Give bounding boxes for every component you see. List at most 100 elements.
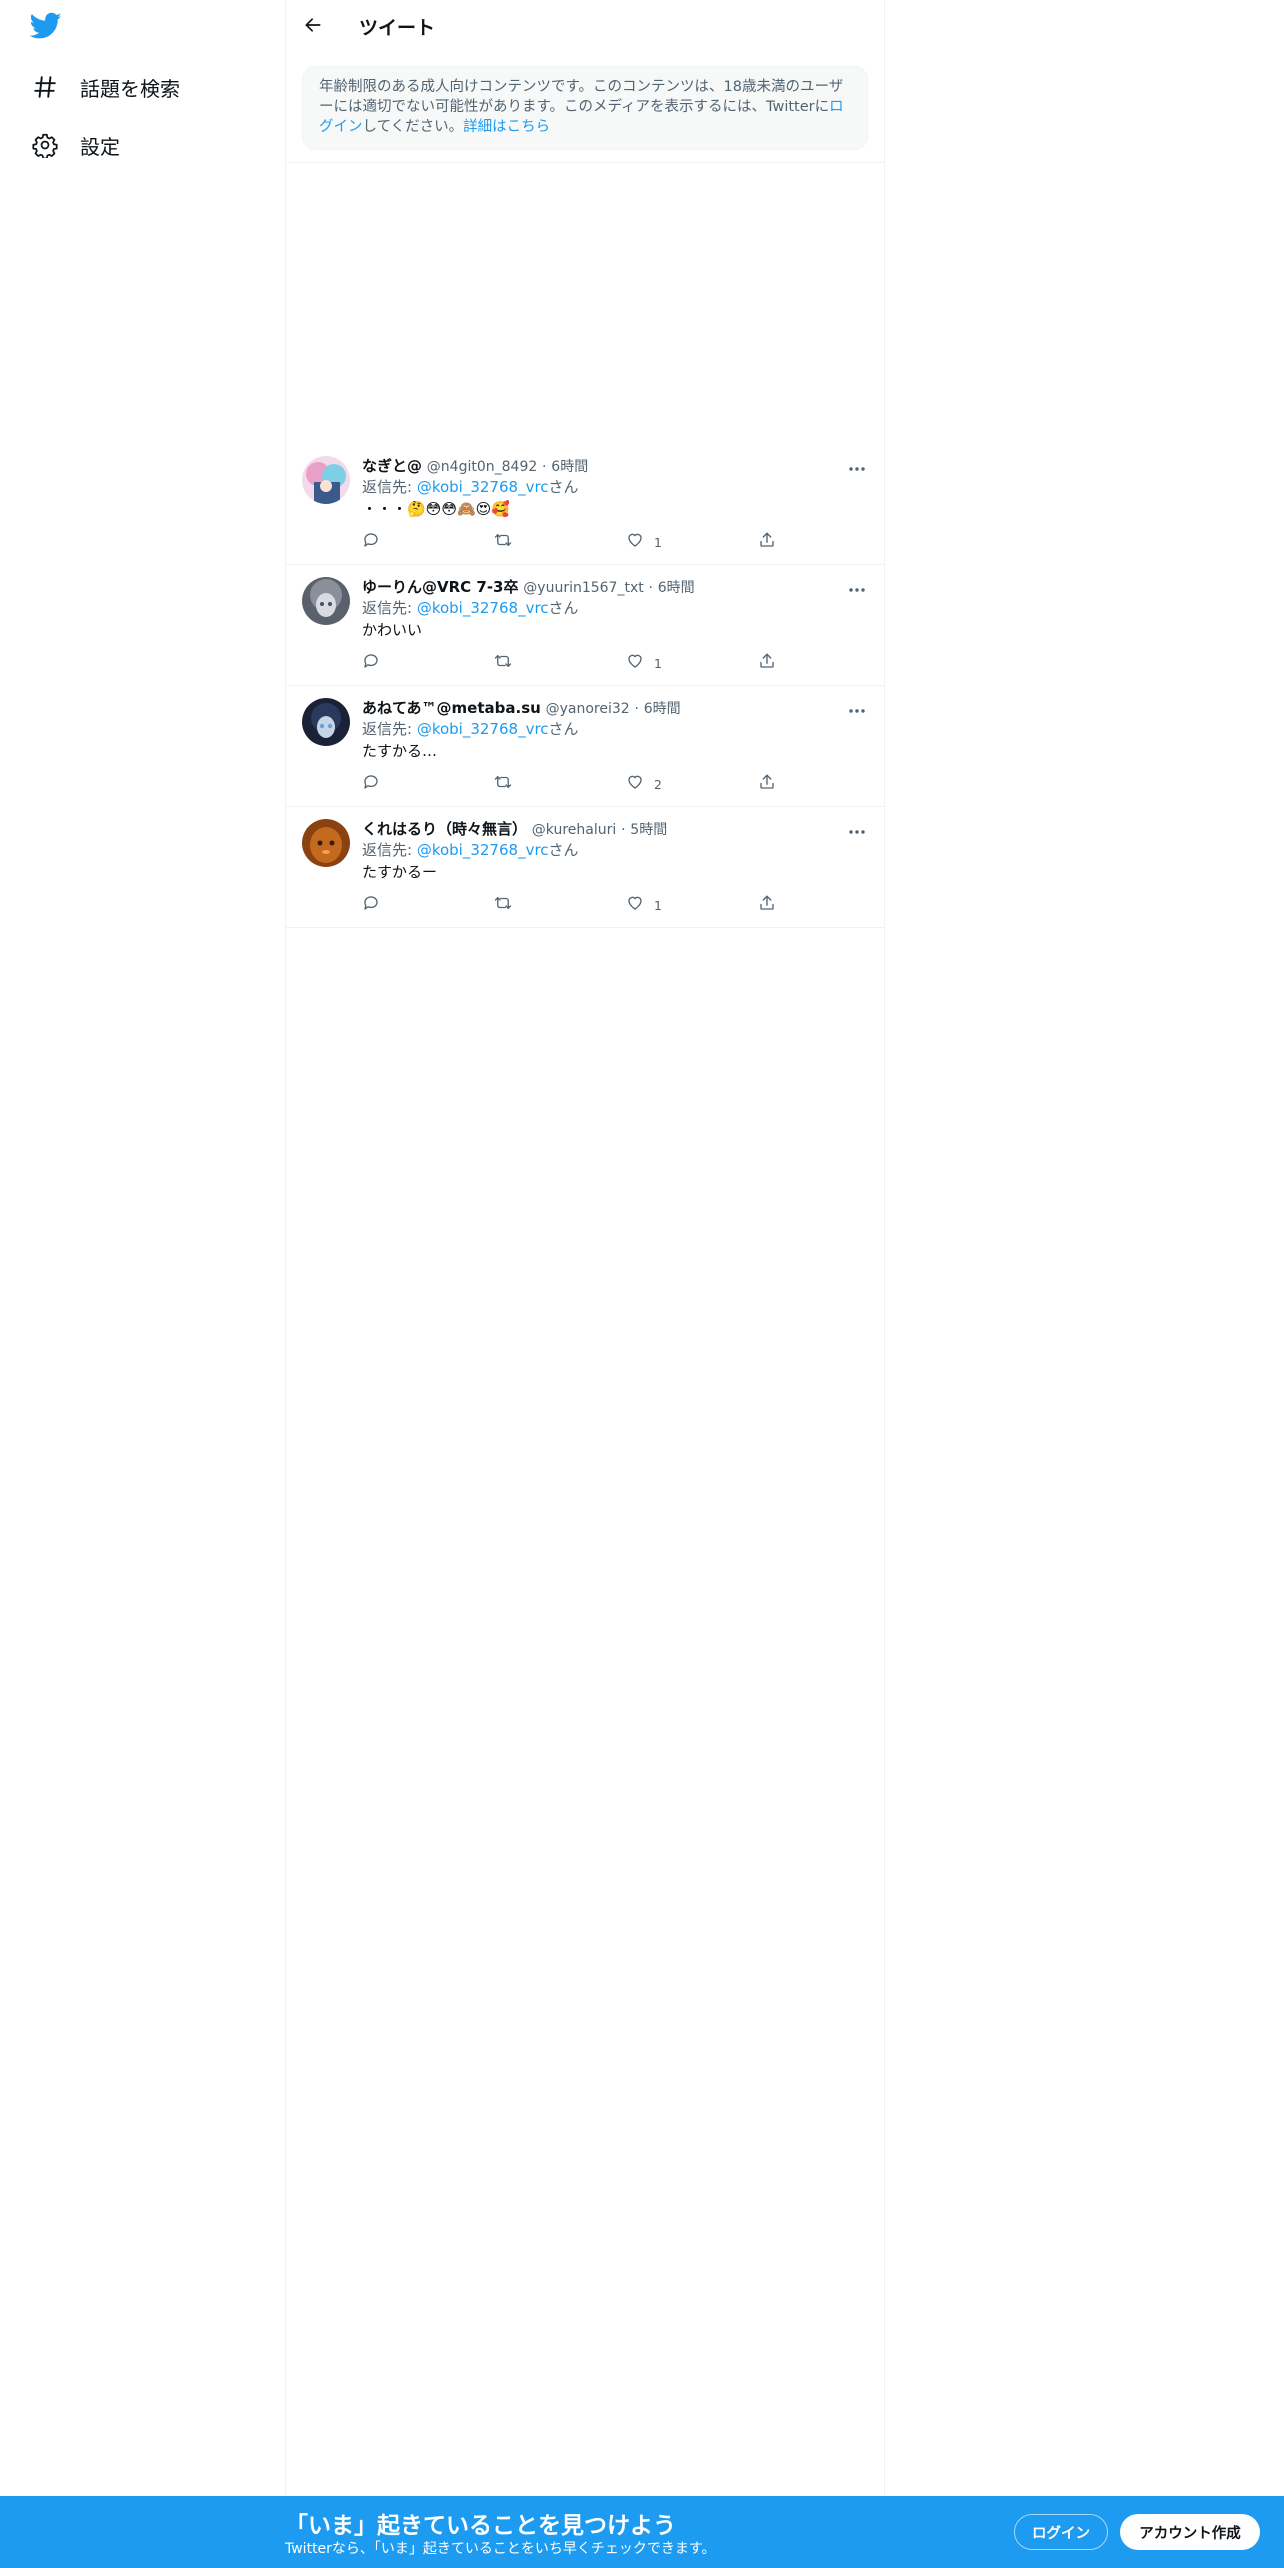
like-count: 1 bbox=[654, 897, 662, 913]
reply-prefix: 返信先: bbox=[362, 599, 417, 617]
sidebar-item-label: 話題を検索 bbox=[80, 76, 180, 101]
reply-icon bbox=[362, 652, 380, 674]
reply-tweet[interactable]: あねてあ™@metaba.su @yanorei32 · 6時間 返信先: @k… bbox=[286, 686, 884, 807]
reply-suffix: さん bbox=[548, 599, 579, 617]
tweet-header: あねてあ™@metaba.su @yanorei32 · 6時間 bbox=[362, 698, 681, 718]
like-button[interactable]: 2 bbox=[626, 772, 662, 796]
reply-icon bbox=[362, 894, 380, 916]
display-name[interactable]: なぎと@ bbox=[362, 457, 422, 475]
retweet-button[interactable] bbox=[494, 893, 512, 917]
create-account-button[interactable]: アカウント作成 bbox=[1120, 2514, 1260, 2550]
like-count: 2 bbox=[654, 776, 662, 792]
reply-icon bbox=[362, 773, 380, 795]
display-name[interactable]: あねてあ™@metaba.su bbox=[362, 699, 541, 717]
tweet-header: なぎと@ @n4git0n_8492 · 6時間 bbox=[362, 456, 588, 476]
user-handle[interactable]: @kurehaluri bbox=[532, 822, 616, 838]
reply-prefix: 返信先: bbox=[362, 478, 417, 496]
retweet-button[interactable] bbox=[494, 530, 512, 554]
prompt-subtitle: Twitterなら、「いま」起きていることをいち早くチェックできます。 bbox=[285, 2541, 716, 2557]
like-count: 1 bbox=[654, 534, 662, 550]
reply-button[interactable] bbox=[362, 772, 380, 796]
sidebar-item-label: 設定 bbox=[80, 134, 120, 159]
separator-dot: · bbox=[621, 822, 626, 838]
sidebar-item-settings[interactable]: 設定 bbox=[30, 125, 120, 165]
reply-prefix: 返信先: bbox=[362, 841, 417, 859]
more-options-button[interactable] bbox=[846, 819, 868, 839]
like-button[interactable]: 1 bbox=[626, 893, 662, 917]
heart-icon bbox=[626, 652, 644, 674]
user-handle[interactable]: @n4git0n_8492 bbox=[427, 459, 537, 475]
share-button[interactable] bbox=[758, 893, 776, 917]
page: 話題を検索 設定 ツイート 年齢制限のある成人向けコンテンツです。このコンテンツ… bbox=[0, 0, 1284, 2568]
more-dots-icon bbox=[848, 457, 866, 476]
more-dots-icon bbox=[848, 578, 866, 597]
more-options-button[interactable] bbox=[846, 698, 868, 718]
tweet-header: くれはるり（時々無言） @kurehaluri · 5時間 bbox=[362, 819, 667, 839]
login-button[interactable]: ログイン bbox=[1014, 2514, 1108, 2550]
tweet-actions: 1 bbox=[362, 651, 792, 675]
tweet-timestamp[interactable]: 6時間 bbox=[551, 459, 588, 475]
like-count: 1 bbox=[654, 655, 662, 671]
prompt-title: 「いま」起きていることを見つけよう bbox=[285, 2513, 676, 2539]
share-button[interactable] bbox=[758, 772, 776, 796]
sidebar-item-explore[interactable]: 話題を検索 bbox=[30, 67, 180, 107]
display-name[interactable]: くれはるり（時々無言） bbox=[362, 820, 527, 838]
share-icon bbox=[758, 652, 776, 674]
hidden-media-area bbox=[286, 163, 884, 443]
tweet-text: たすかる… bbox=[362, 742, 438, 760]
tweet-timestamp[interactable]: 5時間 bbox=[630, 822, 667, 838]
separator-dot: · bbox=[634, 701, 639, 717]
reply-suffix: さん bbox=[548, 841, 579, 859]
tweet-timestamp[interactable]: 6時間 bbox=[658, 580, 695, 596]
heart-icon bbox=[626, 773, 644, 795]
more-dots-icon bbox=[848, 820, 866, 839]
reply-tweet[interactable]: なぎと@ @n4git0n_8492 · 6時間 返信先: @kobi_3276… bbox=[286, 444, 884, 565]
replying-to: 返信先: @kobi_32768_vrcさん bbox=[362, 840, 579, 860]
tweet-timestamp[interactable]: 6時間 bbox=[644, 701, 681, 717]
retweet-button[interactable] bbox=[494, 651, 512, 675]
tweet-text: ・・・🤔😳😳🙈😍🥰 bbox=[362, 500, 510, 518]
reply-button[interactable] bbox=[362, 893, 380, 917]
replying-to: 返信先: @kobi_32768_vrcさん bbox=[362, 598, 579, 618]
separator-dot: · bbox=[648, 580, 653, 596]
arrow-left-icon bbox=[303, 15, 323, 39]
avatar[interactable] bbox=[302, 698, 350, 746]
heart-icon bbox=[626, 894, 644, 916]
retweet-button[interactable] bbox=[494, 772, 512, 796]
hashtag-icon bbox=[30, 72, 60, 102]
reply-mention-link[interactable]: @kobi_32768_vrc bbox=[417, 720, 549, 738]
left-sidebar: 話題を検索 設定 bbox=[0, 0, 285, 2496]
twitter-bird-icon[interactable] bbox=[29, 12, 66, 44]
reply-prefix: 返信先: bbox=[362, 720, 417, 738]
reply-button[interactable] bbox=[362, 530, 380, 554]
share-button[interactable] bbox=[758, 651, 776, 675]
back-button[interactable] bbox=[296, 10, 330, 44]
tweet-text: かわいい bbox=[362, 621, 423, 639]
share-icon bbox=[758, 531, 776, 553]
more-options-button[interactable] bbox=[846, 456, 868, 476]
like-button[interactable]: 1 bbox=[626, 651, 662, 675]
learn-more-link[interactable]: 詳細はこちら bbox=[463, 119, 550, 135]
more-options-button[interactable] bbox=[846, 577, 868, 597]
main-column: ツイート 年齢制限のある成人向けコンテンツです。このコンテンツは、18歳未満のユ… bbox=[285, 0, 885, 2496]
reply-button[interactable] bbox=[362, 651, 380, 675]
retweet-icon bbox=[494, 531, 512, 553]
avatar[interactable] bbox=[302, 577, 350, 625]
avatar[interactable] bbox=[302, 456, 350, 504]
display-name[interactable]: ゆーりん@VRC 7-3卒 bbox=[362, 578, 519, 596]
replying-to: 返信先: @kobi_32768_vrcさん bbox=[362, 477, 579, 497]
gear-icon bbox=[30, 130, 60, 160]
reply-tweet[interactable]: ゆーりん@VRC 7-3卒 @yuurin1567_txt · 6時間 返信先:… bbox=[286, 565, 884, 686]
page-header: ツイート bbox=[286, 0, 884, 54]
user-handle[interactable]: @yuurin1567_txt bbox=[523, 580, 643, 596]
share-button[interactable] bbox=[758, 530, 776, 554]
reply-mention-link[interactable]: @kobi_32768_vrc bbox=[417, 841, 549, 859]
share-icon bbox=[758, 894, 776, 916]
reply-mention-link[interactable]: @kobi_32768_vrc bbox=[417, 478, 549, 496]
tweet-actions: 1 bbox=[362, 893, 792, 917]
reply-mention-link[interactable]: @kobi_32768_vrc bbox=[417, 599, 549, 617]
avatar[interactable] bbox=[302, 819, 350, 867]
like-button[interactable]: 1 bbox=[626, 530, 662, 554]
user-handle[interactable]: @yanorei32 bbox=[546, 701, 630, 717]
reply-tweet[interactable]: くれはるり（時々無言） @kurehaluri · 5時間 返信先: @kobi… bbox=[286, 807, 884, 928]
